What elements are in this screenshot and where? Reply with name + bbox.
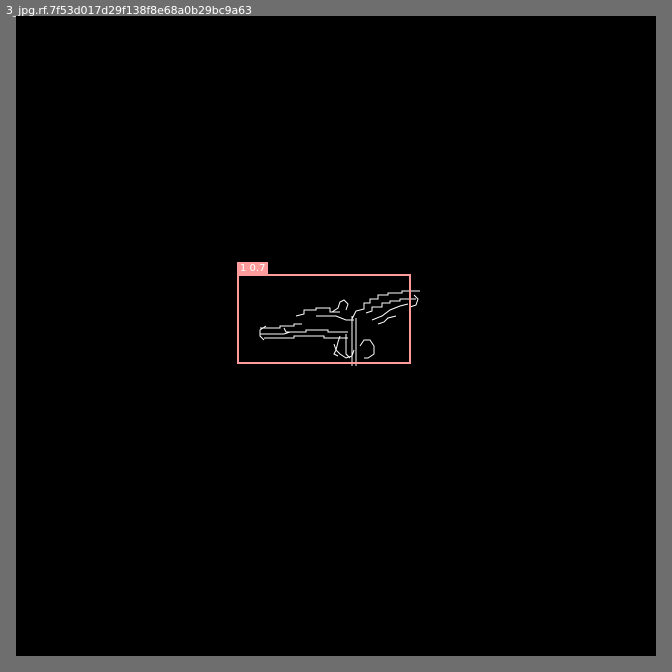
- image-viewer-frame: 3_jpg.rf.7f53d017d29f138f8e68a0b29bc9a63: [0, 0, 672, 672]
- detection-label: 1 0.7: [237, 262, 269, 275]
- detection-bounding-box: [237, 274, 411, 364]
